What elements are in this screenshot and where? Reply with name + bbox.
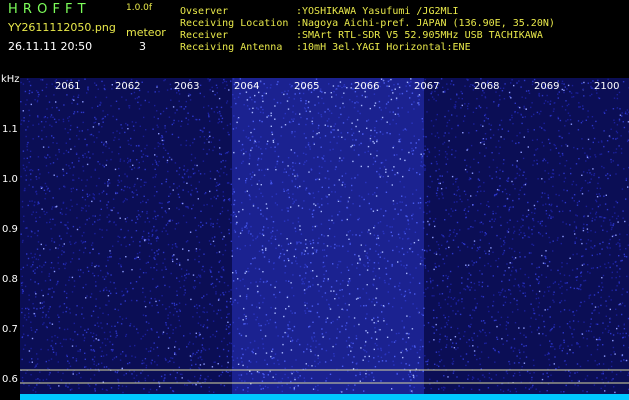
time-tick: 2063 <box>174 81 200 92</box>
app-version: 1.0.0f <box>126 3 153 13</box>
frequency-tick: 1.0 <box>2 174 18 185</box>
meteor-label: meteor <box>126 26 166 39</box>
time-tick: 2065 <box>294 81 320 92</box>
app-title: H R O F F T <box>8 2 87 17</box>
time-tick: 2062 <box>115 81 141 92</box>
time-tick: 2067 <box>414 81 440 92</box>
hroftt-screen: H R O F F T 1.0.0f YY2611112050.png 26.1… <box>0 0 629 400</box>
meteor-count: 3 <box>139 40 146 53</box>
time-tick: 2068 <box>474 81 500 92</box>
signal-baseline <box>20 394 629 400</box>
capture-datetime: 26.11.11 20:50 <box>8 40 93 53</box>
antenna-value: :10mH 3el.YAGI Horizontal:ENE <box>296 42 471 53</box>
location-value: :Nagoya Aichi-pref. JAPAN (136.90E, 35.2… <box>296 18 555 29</box>
time-tick: 2069 <box>534 81 560 92</box>
frequency-tick: 0.9 <box>2 224 18 235</box>
observer-value: :YOSHIKAWA Yasufumi /JG2MLI <box>296 6 459 17</box>
frequency-tick: 1.1 <box>2 124 18 135</box>
time-tick: 2100 <box>594 81 620 92</box>
frequency-tick: 0.6 <box>2 374 18 385</box>
location-label: Receiving Location <box>180 18 289 29</box>
spectrogram-canvas <box>20 78 629 400</box>
antenna-label: Receiving Antenna <box>180 42 283 53</box>
frequency-tick: 0.7 <box>2 324 18 335</box>
frequency-tick: 0.8 <box>2 274 18 285</box>
time-tick: 2061 <box>55 81 81 92</box>
spectrogram-plot <box>20 78 629 400</box>
receiver-value: :SMArt RTL-SDR V5 52.905MHz USB TACHIKAW… <box>296 30 543 41</box>
time-tick: 2066 <box>354 81 380 92</box>
frequency-unit-label: kHz <box>1 74 20 85</box>
receiver-label: Receiver <box>180 30 229 41</box>
time-tick: 2064 <box>234 81 260 92</box>
file-name: YY2611112050.png <box>8 21 116 34</box>
observer-label: Ovserver <box>180 6 229 17</box>
